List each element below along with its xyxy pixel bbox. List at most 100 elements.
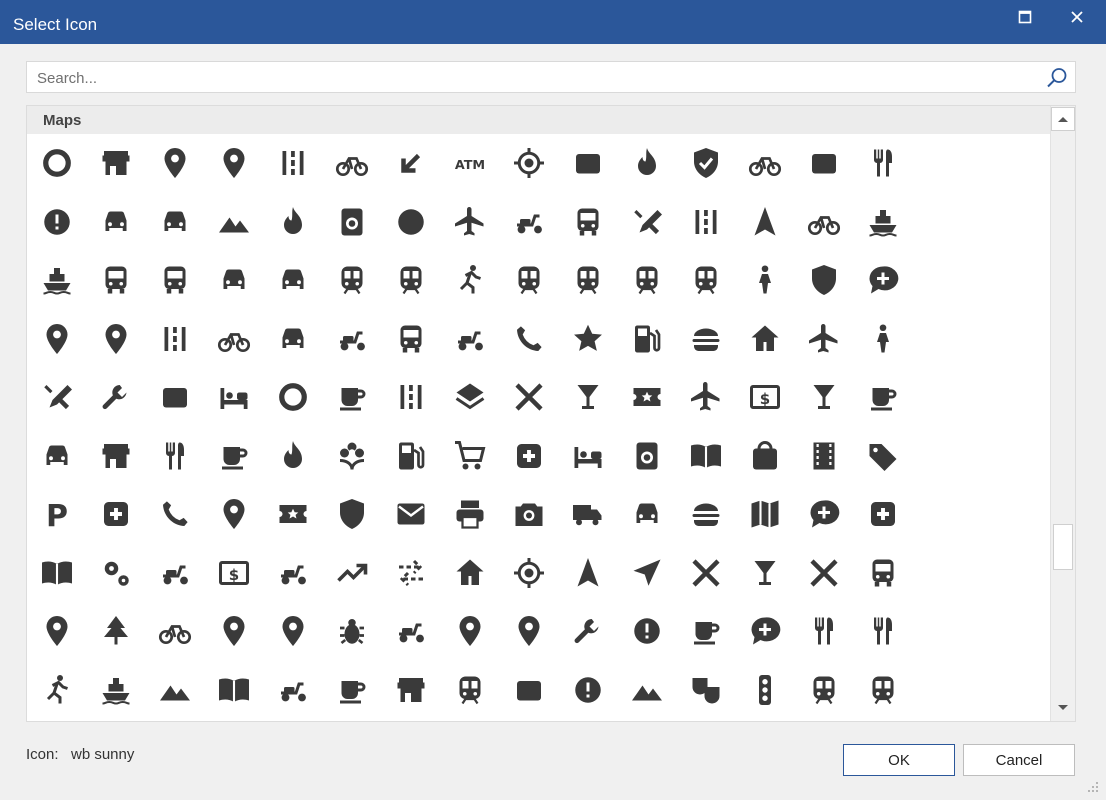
- icon-tile-emergency[interactable]: [563, 314, 613, 364]
- icon-tile-atm[interactable]: ATM: [445, 138, 495, 188]
- icon-tile-electric-car[interactable]: [268, 314, 318, 364]
- icon-tile-directions-subway[interactable]: [504, 255, 554, 305]
- icon-tile-car-repair[interactable]: [150, 197, 200, 247]
- icon-tile-railway-alert[interactable]: [504, 606, 554, 656]
- icon-tile-badge[interactable]: [563, 138, 613, 188]
- icon-tile-local-grocery-store[interactable]: [445, 431, 495, 481]
- icon-tile-dry-cleaning[interactable]: [799, 255, 849, 305]
- icon-tile-dinner-dining[interactable]: [681, 197, 731, 247]
- icon-tile-local-library[interactable]: [681, 431, 731, 481]
- icon-tile-ramen-dining[interactable]: [563, 606, 613, 656]
- icon-tile-lunch-dining[interactable]: [681, 489, 731, 539]
- icon-tile-directions-bus-filled[interactable]: [150, 255, 200, 305]
- icon-tile-local-parking[interactable]: P: [32, 489, 82, 539]
- icon-tile-handyman[interactable]: [32, 372, 82, 422]
- icon-tile-plumbing[interactable]: [445, 606, 495, 656]
- icon-tile-theater-comedy[interactable]: [622, 665, 672, 715]
- icon-tile-local-post-office[interactable]: [386, 489, 436, 539]
- icon-tile-flight[interactable]: [799, 314, 849, 364]
- icon-tile-local-laundry-service[interactable]: [622, 431, 672, 481]
- icon-tile-local-police[interactable]: [327, 489, 377, 539]
- icon-tile-local-pizza[interactable]: [209, 489, 259, 539]
- icon-tile-local-cafe[interactable]: [858, 372, 908, 422]
- icon-tile-subway[interactable]: [386, 665, 436, 715]
- icon-tile-beenhere[interactable]: [681, 138, 731, 188]
- icon-tile-local-dining[interactable]: [150, 431, 200, 481]
- icon-tile-kebab-dining[interactable]: [386, 372, 436, 422]
- icon-tile-fastfood[interactable]: [681, 314, 731, 364]
- icon-tile-pedal-bike[interactable]: [91, 606, 141, 656]
- icon-tile-layers-clear[interactable]: [504, 372, 554, 422]
- icon-tile-local-florist[interactable]: [327, 431, 377, 481]
- icon-tile-layers[interactable]: [445, 372, 495, 422]
- icon-tile-electric-rickshaw[interactable]: [386, 314, 436, 364]
- icon-tile-rate-review[interactable]: [622, 606, 672, 656]
- icon-tile-tram[interactable]: [799, 665, 849, 715]
- close-button[interactable]: [1054, 0, 1100, 34]
- icon-tile-pest-control-rodent[interactable]: [268, 606, 318, 656]
- icon-tile-money[interactable]: [268, 548, 318, 598]
- icon-tile-agriculture[interactable]: [327, 138, 377, 188]
- vertical-scrollbar[interactable]: [1050, 106, 1075, 721]
- icon-tile-local-drink[interactable]: [209, 431, 259, 481]
- icon-tile-menu-book[interactable]: [32, 548, 82, 598]
- icon-tile-celebration[interactable]: [268, 197, 318, 247]
- icon-tile-taxi-alert[interactable]: [504, 665, 554, 715]
- icon-tile-pest-control[interactable]: [445, 548, 495, 598]
- icon-tile-directions-boat[interactable]: [858, 197, 908, 247]
- scroll-up-button[interactable]: [1051, 107, 1075, 131]
- icon-tile-navigation[interactable]: [563, 548, 613, 598]
- icon-tile-directions-bike[interactable]: [799, 197, 849, 247]
- scroll-thumb[interactable]: [1053, 524, 1073, 570]
- icon-tile-local-play[interactable]: [268, 489, 318, 539]
- icon-tile-electrical-services[interactable]: [504, 314, 554, 364]
- icon-tile-delivery-dining[interactable]: [504, 197, 554, 247]
- maximize-button[interactable]: [1002, 0, 1048, 34]
- icon-tile-edit-location-alt[interactable]: [91, 314, 141, 364]
- icon-tile-alt-route[interactable]: [386, 138, 436, 188]
- icon-tile-local-movies[interactable]: [799, 431, 849, 481]
- icon-tile-soup-kitchen[interactable]: [209, 665, 259, 715]
- icon-tile-bakery-dining[interactable]: [622, 138, 672, 188]
- icon-tile-cleaning-services[interactable]: [327, 197, 377, 247]
- icon-tile-add-business[interactable]: [91, 138, 141, 188]
- icon-tile-local-convenience-store[interactable]: [91, 431, 141, 481]
- icon-tile-directions-bus[interactable]: [91, 255, 141, 305]
- search-icon[interactable]: [1045, 66, 1069, 90]
- icon-tile-my-location[interactable]: [504, 548, 554, 598]
- icon-tile-near-me[interactable]: [386, 548, 436, 598]
- icon-tile-moving[interactable]: [327, 548, 377, 598]
- icon-tile-pin-drop[interactable]: [327, 606, 377, 656]
- icon-tile-bike-scooter[interactable]: [740, 138, 790, 188]
- icon-tile-breakfast-dining[interactable]: [799, 138, 849, 188]
- icon-tile-traffic[interactable]: [681, 665, 731, 715]
- icon-tile-directions-run[interactable]: [445, 255, 495, 305]
- icon-tile-hotel[interactable]: [209, 372, 259, 422]
- icon-tile-local-atm[interactable]: $: [740, 372, 790, 422]
- icon-tile-park[interactable]: [32, 606, 82, 656]
- icon-tile-directions-railway[interactable]: [327, 255, 377, 305]
- icon-tile-local-printshop[interactable]: [445, 489, 495, 539]
- icon-tile-miscellaneous-services[interactable]: [91, 548, 141, 598]
- icon-tile-bus-alert[interactable]: [32, 197, 82, 247]
- icon-tile-electric-bike[interactable]: [209, 314, 259, 364]
- icon-tile-near-me-disabled[interactable]: [622, 548, 672, 598]
- icon-tile-directions-boat-filled[interactable]: [32, 255, 82, 305]
- icon-tile-local-hotel[interactable]: [563, 431, 613, 481]
- icon-tile-local-gas-station[interactable]: [386, 431, 436, 481]
- icon-tile-directions-subway-filled[interactable]: [563, 255, 613, 305]
- icon-tile-local-pharmacy[interactable]: [91, 489, 141, 539]
- icon-tile-local-mall[interactable]: [740, 431, 790, 481]
- resize-grip-icon[interactable]: [1086, 780, 1100, 794]
- icon-tile-person-pin-circle[interactable]: [209, 606, 259, 656]
- icon-tile-hardware[interactable]: [91, 372, 141, 422]
- icon-tile-add-location[interactable]: [150, 138, 200, 188]
- icon-tile-local-shipping[interactable]: [563, 489, 613, 539]
- icon-tile-no-food[interactable]: [740, 548, 790, 598]
- icon-tile-attractions[interactable]: [504, 138, 554, 188]
- icon-tile-directions-transit-filled[interactable]: [681, 255, 731, 305]
- icon-tile-medical-services[interactable]: [858, 489, 908, 539]
- icon-tile-local-bar[interactable]: [799, 372, 849, 422]
- cancel-button[interactable]: Cancel: [963, 744, 1075, 776]
- icon-tile-edit-location[interactable]: [32, 314, 82, 364]
